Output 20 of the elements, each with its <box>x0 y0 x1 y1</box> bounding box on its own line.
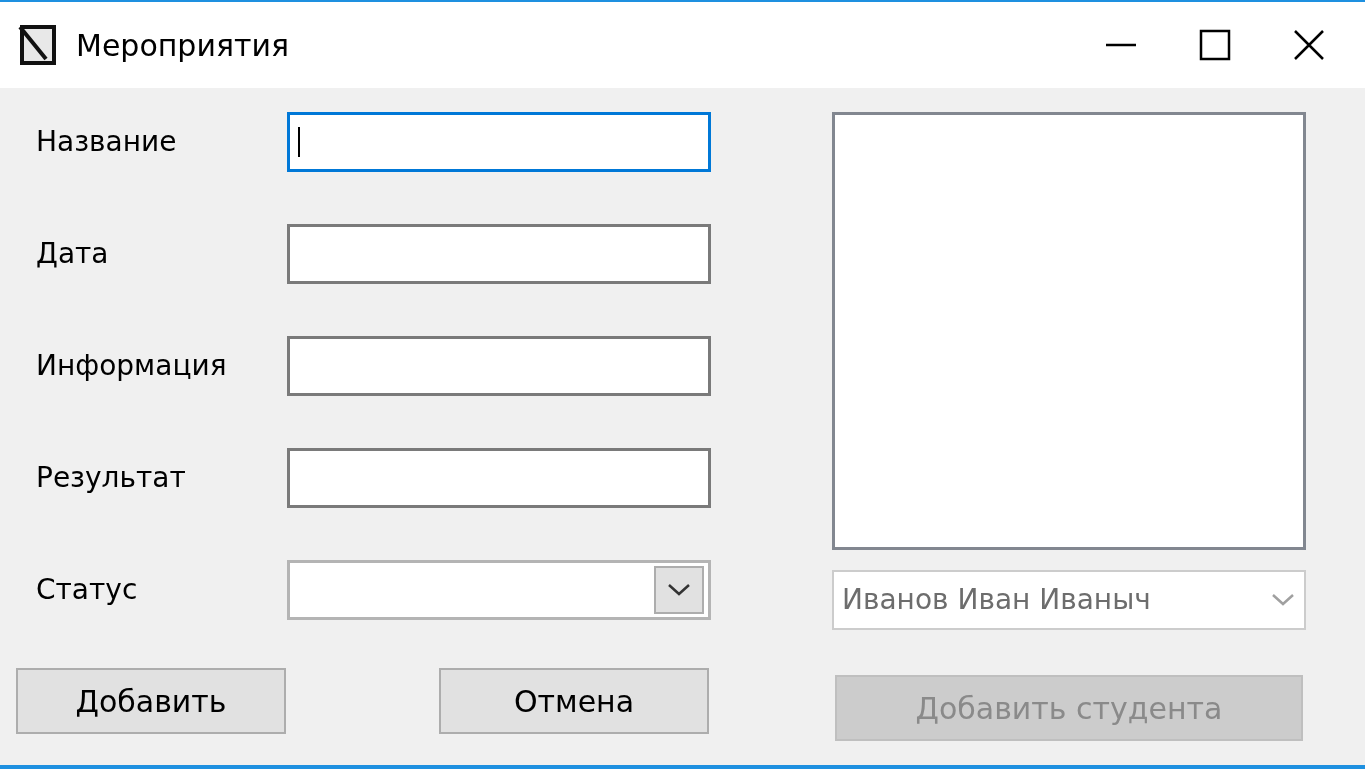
input-field[interactable] <box>287 224 711 284</box>
close-icon[interactable] <box>1293 29 1325 61</box>
button[interactable]: Добавить <box>16 668 286 734</box>
window-title: Мероприятия <box>76 26 289 65</box>
maximize-icon[interactable] <box>1199 29 1231 61</box>
list-box[interactable] <box>832 112 1306 550</box>
chevron-down-icon <box>1270 592 1296 608</box>
input-field[interactable] <box>287 448 711 508</box>
field-label: Результат <box>36 460 187 496</box>
field-label: Информация <box>36 348 228 384</box>
dropdown-field[interactable] <box>287 560 711 620</box>
button[interactable]: Отмена <box>439 668 709 734</box>
input-field[interactable] <box>287 336 711 396</box>
field-label: Дата <box>36 236 110 272</box>
dropdown-button[interactable] <box>654 566 704 614</box>
field-label: Название <box>36 124 178 160</box>
chevron-down-icon <box>666 582 692 598</box>
input-field[interactable] <box>287 112 711 172</box>
field-label: Статус <box>36 572 139 608</box>
text-cursor <box>298 127 300 157</box>
